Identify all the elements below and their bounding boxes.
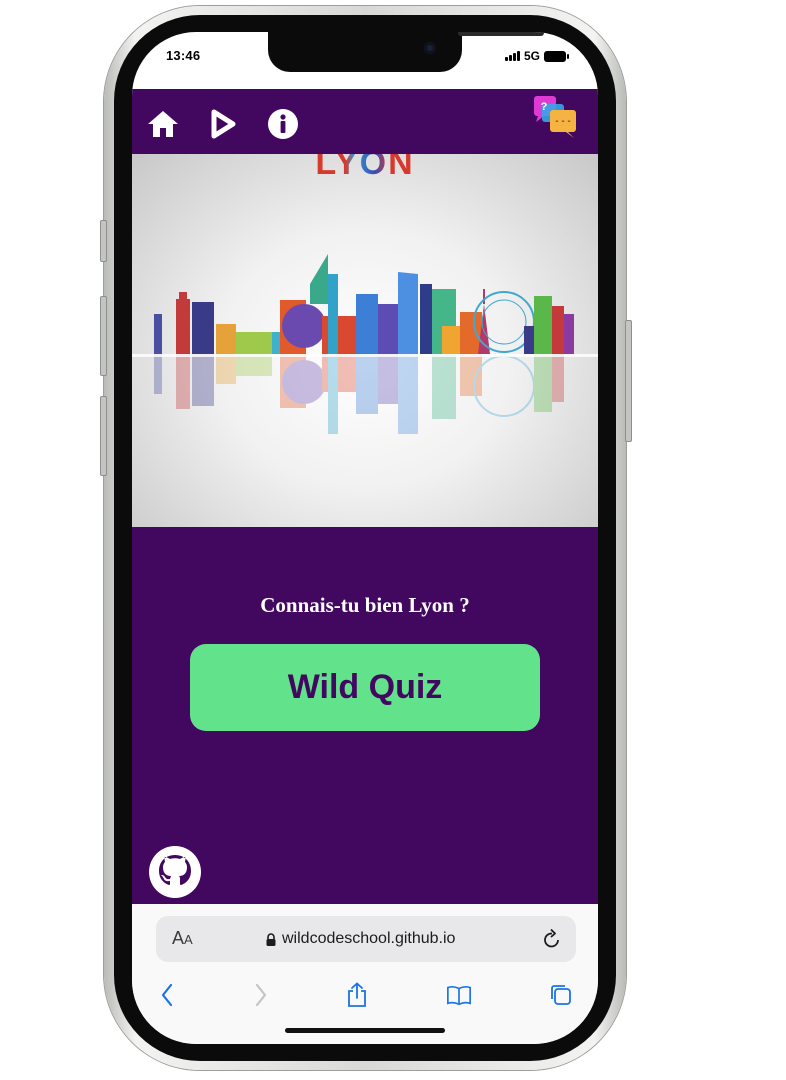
- tabs-icon: [551, 985, 571, 1005]
- bookmarks-icon: [447, 985, 471, 1006]
- home-indicator[interactable]: [285, 1028, 445, 1033]
- power-button: [625, 320, 632, 442]
- signal-icon: [504, 51, 520, 61]
- reload-icon: [544, 928, 559, 948]
- battery-icon: [544, 50, 569, 62]
- share-button[interactable]: [344, 982, 370, 1008]
- quiz-question: Connais-tu bien Lyon ?: [260, 593, 470, 617]
- phone-screen: 13:46 5G ? - - - Wild Quiz LYON Connais-…: [132, 32, 598, 1044]
- share-icon: [348, 982, 366, 1007]
- text-size-button[interactable]: AA: [172, 928, 193, 949]
- main-content: Connais-tu bien Lyon ? Wild Quiz: [132, 527, 598, 904]
- wild-quiz-logo[interactable]: ? - - - Wild Quiz: [532, 96, 578, 146]
- play-icon: [211, 109, 236, 139]
- status-time: 13:46: [166, 48, 201, 63]
- url-display[interactable]: wildcodeschool.github.io: [266, 930, 455, 948]
- status-indicators: 5G: [504, 49, 569, 63]
- speaker-grille: [458, 32, 544, 36]
- svg-text:?: ?: [541, 101, 548, 113]
- network-label: 5G: [523, 49, 540, 63]
- github-icon: [149, 846, 201, 898]
- play-button[interactable]: [206, 107, 240, 141]
- forward-button[interactable]: [248, 982, 274, 1008]
- skyline-illustration: [132, 254, 598, 434]
- lyon-skyline-image: LYON: [132, 154, 598, 527]
- svg-text:- - -: - - -: [555, 116, 571, 127]
- back-icon: [161, 983, 173, 1007]
- github-link[interactable]: [148, 845, 202, 899]
- reload-button[interactable]: [542, 928, 562, 955]
- aa-large: A: [172, 928, 185, 948]
- notch: [268, 32, 544, 72]
- browser-chrome: AA wildcodeschool.github.io: [132, 904, 598, 1044]
- app-navbar: [132, 89, 598, 154]
- info-button[interactable]: [266, 107, 300, 141]
- home-button[interactable]: [146, 107, 180, 141]
- home-icon: [148, 111, 178, 137]
- front-camera: [424, 42, 436, 54]
- lock-icon: [266, 932, 276, 946]
- volume-up-button: [100, 296, 107, 376]
- start-quiz-button[interactable]: Wild Quiz: [190, 644, 540, 731]
- aa-small: A: [184, 932, 193, 947]
- back-button[interactable]: [154, 982, 180, 1008]
- bookmarks-button[interactable]: [446, 982, 472, 1008]
- address-bar[interactable]: AA wildcodeschool.github.io: [156, 916, 576, 962]
- url-text: wildcodeschool.github.io: [282, 930, 456, 947]
- forward-icon: [255, 983, 267, 1007]
- mute-switch: [100, 220, 107, 262]
- info-icon: [268, 109, 298, 139]
- volume-down-button: [100, 396, 107, 476]
- tabs-button[interactable]: [548, 982, 574, 1008]
- svg-text:Wild Quiz: Wild Quiz: [540, 139, 570, 146]
